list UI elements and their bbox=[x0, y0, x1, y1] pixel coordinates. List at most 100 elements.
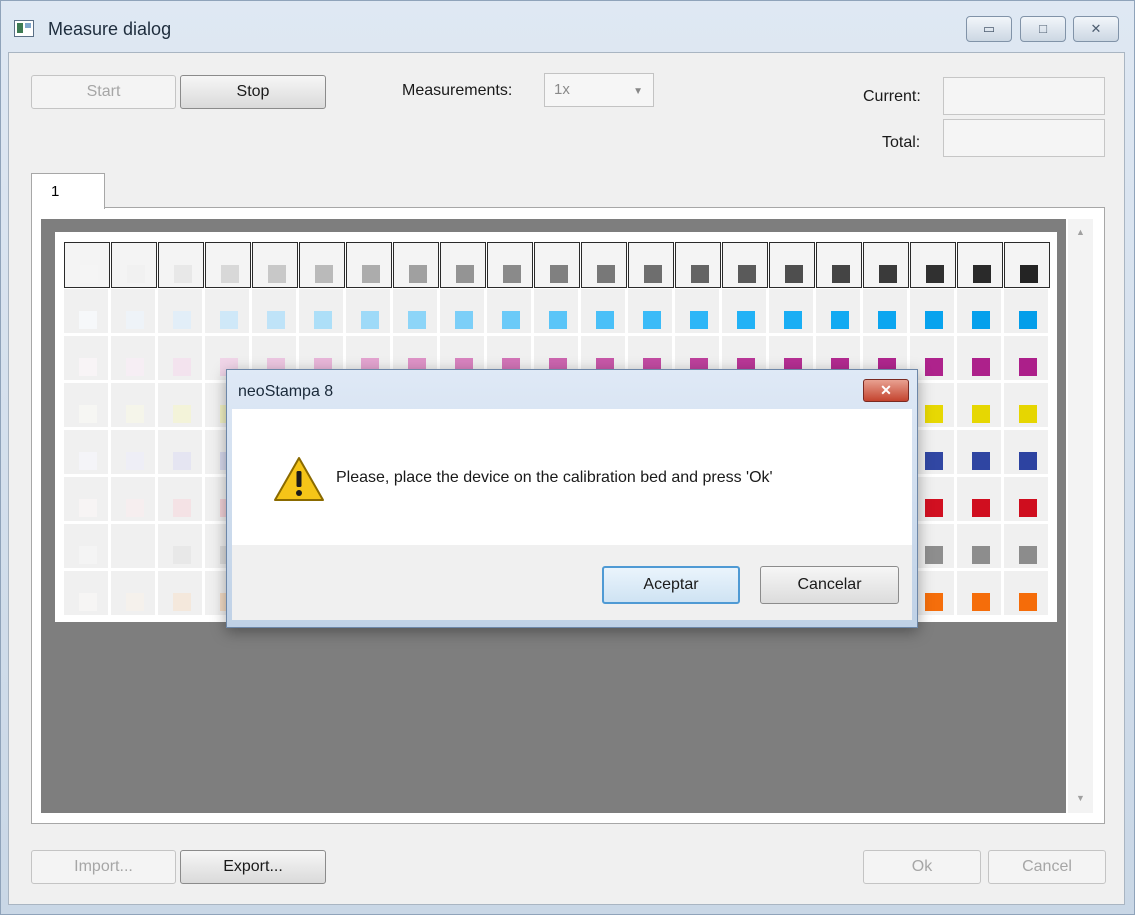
patch-cell bbox=[440, 289, 486, 335]
cancel-button[interactable]: Cancel bbox=[988, 850, 1106, 884]
patch-cell bbox=[957, 242, 1003, 288]
patch-cell bbox=[1004, 242, 1050, 288]
patch-cell bbox=[440, 242, 486, 288]
color-swatch bbox=[878, 311, 896, 329]
color-swatch bbox=[925, 499, 943, 517]
color-swatch bbox=[1019, 358, 1037, 376]
maximize-button[interactable]: □ bbox=[1020, 16, 1066, 42]
start-button[interactable]: Start bbox=[31, 75, 176, 109]
color-swatch bbox=[315, 265, 333, 283]
patch-cell bbox=[722, 289, 768, 335]
color-swatch bbox=[268, 265, 286, 283]
color-swatch bbox=[173, 546, 191, 564]
patch-cell bbox=[910, 242, 956, 288]
tab-1[interactable]: 1 bbox=[31, 173, 105, 209]
patch-cell bbox=[581, 242, 627, 288]
patch-cell bbox=[158, 430, 204, 476]
color-swatch bbox=[267, 311, 285, 329]
patch-cell bbox=[1004, 571, 1050, 617]
dialog-title: neoStampa 8 bbox=[238, 383, 334, 400]
accept-button[interactable]: Aceptar bbox=[602, 566, 740, 604]
patch-cell bbox=[1004, 336, 1050, 382]
patch-cell bbox=[581, 289, 627, 335]
export-button[interactable]: Export... bbox=[180, 850, 326, 884]
stop-button[interactable]: Stop bbox=[180, 75, 326, 109]
vertical-scrollbar[interactable]: ▲ ▼ bbox=[1068, 219, 1093, 813]
color-swatch bbox=[126, 593, 144, 611]
patch-cell bbox=[158, 383, 204, 429]
patch-cell bbox=[1004, 430, 1050, 476]
patch-cell bbox=[346, 289, 392, 335]
color-swatch bbox=[972, 546, 990, 564]
close-button[interactable]: ✕ bbox=[1073, 16, 1119, 42]
patch-cell bbox=[64, 336, 110, 382]
app-icon bbox=[14, 20, 34, 37]
color-swatch bbox=[972, 311, 990, 329]
patch-cell bbox=[205, 242, 251, 288]
total-field[interactable] bbox=[943, 119, 1105, 157]
patch-cell bbox=[675, 289, 721, 335]
patch-cell bbox=[64, 289, 110, 335]
color-swatch bbox=[925, 405, 943, 423]
color-swatch bbox=[221, 265, 239, 283]
patch-cell bbox=[1004, 524, 1050, 570]
color-swatch bbox=[738, 265, 756, 283]
color-swatch bbox=[972, 499, 990, 517]
ok-button[interactable]: Ok bbox=[863, 850, 981, 884]
color-swatch bbox=[173, 452, 191, 470]
color-swatch bbox=[79, 405, 97, 423]
patch-cell bbox=[158, 571, 204, 617]
patch-cell bbox=[957, 477, 1003, 523]
patch-cell bbox=[111, 289, 157, 335]
import-button[interactable]: Import... bbox=[31, 850, 176, 884]
color-swatch bbox=[925, 311, 943, 329]
patch-cell bbox=[393, 289, 439, 335]
dialog-cancel-button[interactable]: Cancelar bbox=[760, 566, 899, 604]
patch-cell bbox=[769, 289, 815, 335]
color-swatch bbox=[79, 452, 97, 470]
color-swatch bbox=[126, 405, 144, 423]
color-swatch bbox=[173, 311, 191, 329]
color-swatch bbox=[643, 311, 661, 329]
minimize-button[interactable]: ▭ bbox=[966, 16, 1012, 42]
color-swatch bbox=[691, 265, 709, 283]
patch-cell bbox=[675, 242, 721, 288]
color-swatch bbox=[362, 265, 380, 283]
patch-cell bbox=[299, 242, 345, 288]
color-swatch bbox=[925, 452, 943, 470]
color-swatch bbox=[79, 546, 97, 564]
title-bar[interactable]: Measure dialog ▭ □ ✕ bbox=[1, 1, 1134, 53]
patch-cell bbox=[816, 289, 862, 335]
scroll-down-arrow-icon[interactable]: ▼ bbox=[1068, 793, 1093, 803]
scroll-up-arrow-icon[interactable]: ▲ bbox=[1068, 227, 1093, 237]
patch-cell bbox=[910, 289, 956, 335]
color-swatch bbox=[126, 546, 144, 564]
current-label: Current: bbox=[863, 88, 921, 105]
color-swatch bbox=[925, 546, 943, 564]
color-swatch bbox=[503, 265, 521, 283]
color-swatch bbox=[1019, 546, 1037, 564]
patch-cell bbox=[158, 524, 204, 570]
dialog-close-button[interactable]: ✕ bbox=[863, 379, 909, 402]
color-swatch bbox=[597, 265, 615, 283]
patch-cell bbox=[64, 242, 110, 288]
patch-cell bbox=[1004, 383, 1050, 429]
patch-cell bbox=[863, 289, 909, 335]
current-field[interactable] bbox=[943, 77, 1105, 115]
patch-cell bbox=[628, 289, 674, 335]
patch-cell bbox=[64, 477, 110, 523]
color-swatch bbox=[126, 452, 144, 470]
patch-cell bbox=[111, 430, 157, 476]
measurements-select[interactable]: 1x ▼ bbox=[544, 73, 654, 107]
color-swatch bbox=[879, 265, 897, 283]
dropdown-arrow-icon: ▼ bbox=[633, 86, 643, 97]
patch-cell bbox=[111, 477, 157, 523]
color-swatch bbox=[173, 358, 191, 376]
color-swatch bbox=[690, 311, 708, 329]
color-swatch bbox=[549, 311, 567, 329]
color-swatch bbox=[737, 311, 755, 329]
color-swatch bbox=[409, 265, 427, 283]
color-swatch bbox=[1019, 311, 1037, 329]
patch-cell bbox=[111, 242, 157, 288]
patch-cell bbox=[1004, 477, 1050, 523]
